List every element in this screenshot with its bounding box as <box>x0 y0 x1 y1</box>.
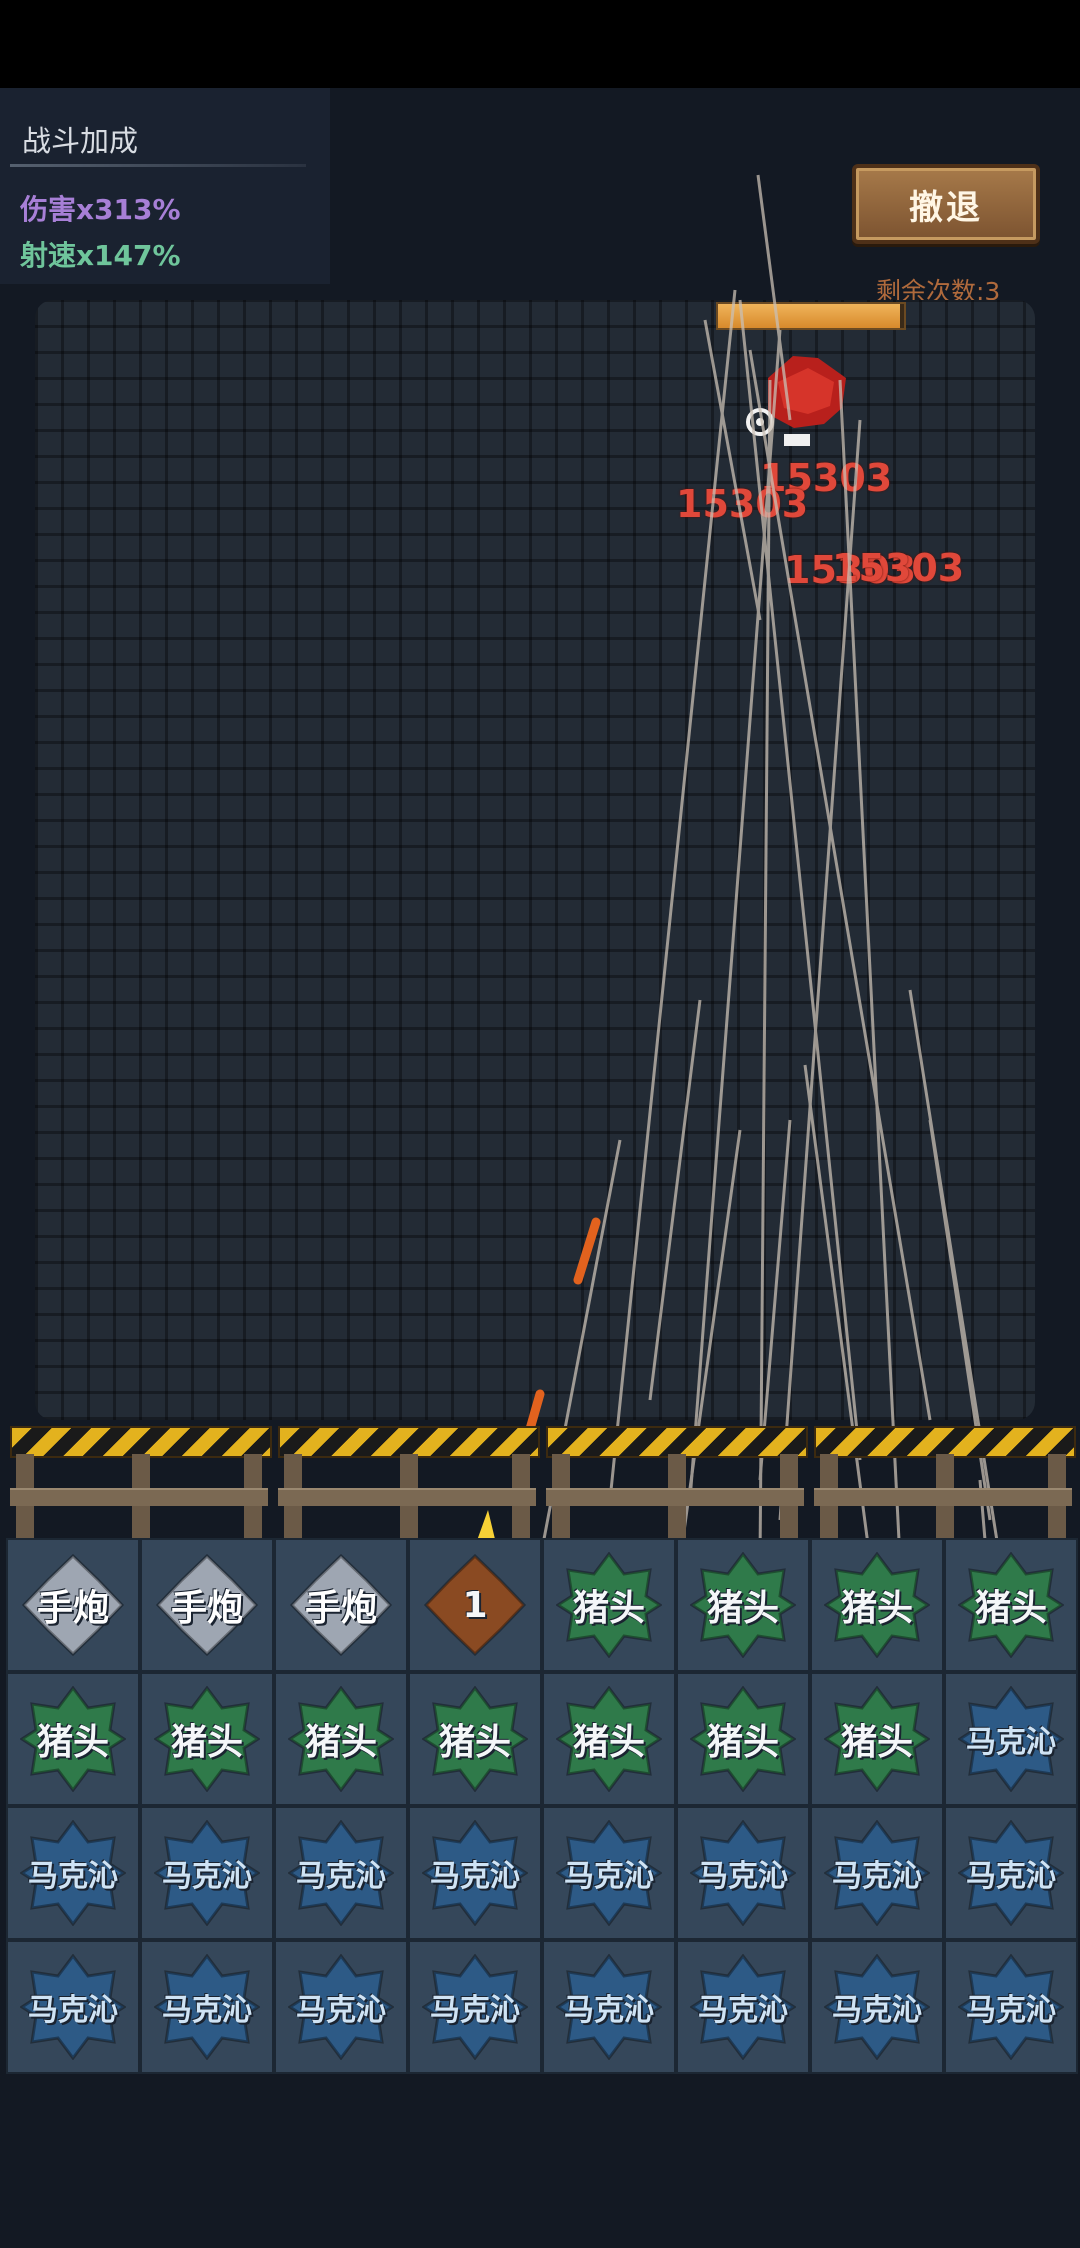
grid-cell-maxim[interactable]: 马克沁 <box>140 1940 274 2074</box>
barricade <box>814 1426 1076 1538</box>
weapon-label: 猪头 <box>438 1722 511 1763</box>
weapon-grid: 手炮 手炮 手炮 1 猪头 猪头 猪头 猪头 猪头 猪头 猪头 猪头 猪头 猪头 猪头 马克沁 马克沁 马克沁 马克… <box>6 1538 1078 2074</box>
barricade <box>546 1426 808 1538</box>
weapon-label: 猪头 <box>572 1722 645 1763</box>
grid-cell-cannon[interactable]: 手炮 <box>140 1538 274 1672</box>
grid-cell-pighead[interactable]: 猪头 <box>542 1672 676 1806</box>
weapon-label: 马克沁 <box>564 1993 654 2028</box>
grid-cell-maxim[interactable]: 马克沁 <box>676 1806 810 1940</box>
grid-cell-maxim[interactable]: 马克沁 <box>274 1806 408 1940</box>
grid-cell-pighead[interactable]: 猪头 <box>810 1672 944 1806</box>
grid-cell-maxim[interactable]: 马克沁 <box>542 1940 676 2074</box>
grid-cell-pighead[interactable]: 猪头 <box>810 1538 944 1672</box>
grid-cell-maxim[interactable]: 马克沁 <box>944 1806 1078 1940</box>
weapon-label: 1 <box>462 1584 488 1626</box>
barricade <box>10 1426 272 1538</box>
weapon-label: 猪头 <box>572 1588 645 1629</box>
weapon-label: 马克沁 <box>698 1859 788 1894</box>
weapon-label: 马克沁 <box>832 1859 922 1894</box>
weapon-label: 马克沁 <box>966 1725 1056 1760</box>
grid-cell-maxim[interactable]: 马克沁 <box>408 1806 542 1940</box>
weapon-label: 马克沁 <box>28 1859 118 1894</box>
weapon-label: 手炮 <box>304 1588 377 1629</box>
weapon-label: 猪头 <box>170 1722 243 1763</box>
grid-cell-pighead[interactable]: 猪头 <box>944 1538 1078 1672</box>
weapon-label: 马克沁 <box>564 1859 654 1894</box>
weapon-label: 猪头 <box>304 1722 377 1763</box>
grid-cell-maxim[interactable]: 马克沁 <box>542 1806 676 1940</box>
weapon-label: 马克沁 <box>162 1993 252 2028</box>
grid-cell-cannon[interactable]: 手炮 <box>6 1538 140 1672</box>
grid-cell-maxim[interactable]: 马克沁 <box>810 1806 944 1940</box>
weapon-label: 猪头 <box>706 1722 779 1763</box>
grid-cell-maxim[interactable]: 马克沁 <box>676 1940 810 2074</box>
grid-cell-pighead[interactable]: 猪头 <box>676 1672 810 1806</box>
grid-cell-maxim[interactable]: 马克沁 <box>140 1806 274 1940</box>
weapon-label: 马克沁 <box>966 1859 1056 1894</box>
weapon-label: 马克沁 <box>966 1993 1056 2028</box>
weapon-label: 猪头 <box>36 1722 109 1763</box>
grid-cell-maxim[interactable]: 马克沁 <box>810 1940 944 2074</box>
weapon-label: 猪头 <box>706 1588 779 1629</box>
weapon-label: 马克沁 <box>430 1993 520 2028</box>
grid-cell-fire[interactable]: 1 <box>408 1538 542 1672</box>
weapon-label: 马克沁 <box>430 1859 520 1894</box>
weapon-label: 猪头 <box>974 1588 1047 1629</box>
grid-cell-pighead[interactable]: 猪头 <box>274 1672 408 1806</box>
barricade-row <box>0 1420 1080 1540</box>
weapon-label: 猪头 <box>840 1722 913 1763</box>
grid-cell-maxim[interactable]: 马克沁 <box>274 1940 408 2074</box>
weapon-label: 猪头 <box>840 1588 913 1629</box>
weapon-label: 手炮 <box>36 1588 109 1629</box>
grid-cell-maxim[interactable]: 马克沁 <box>6 1940 140 2074</box>
grid-cell-maxim[interactable]: 马克沁 <box>6 1806 140 1940</box>
grid-cell-maxim[interactable]: 马克沁 <box>944 1940 1078 2074</box>
grid-cell-pighead[interactable]: 猪头 <box>408 1672 542 1806</box>
grid-cell-maxim[interactable]: 马克沁 <box>944 1672 1078 1806</box>
grid-cell-cannon[interactable]: 手炮 <box>274 1538 408 1672</box>
grid-cell-pighead[interactable]: 猪头 <box>6 1672 140 1806</box>
grid-cell-pighead[interactable]: 猪头 <box>676 1538 810 1672</box>
grid-cell-pighead[interactable]: 猪头 <box>140 1672 274 1806</box>
weapon-label: 手炮 <box>170 1588 243 1629</box>
weapon-label: 马克沁 <box>296 1859 386 1894</box>
weapon-label: 马克沁 <box>162 1859 252 1894</box>
weapon-label: 马克沁 <box>28 1993 118 2028</box>
weapon-label: 马克沁 <box>698 1993 788 2028</box>
weapon-label: 马克沁 <box>296 1993 386 2028</box>
barricade <box>278 1426 540 1538</box>
weapon-label: 马克沁 <box>832 1993 922 2028</box>
grid-cell-pighead[interactable]: 猪头 <box>542 1538 676 1672</box>
grid-cell-maxim[interactable]: 马克沁 <box>408 1940 542 2074</box>
